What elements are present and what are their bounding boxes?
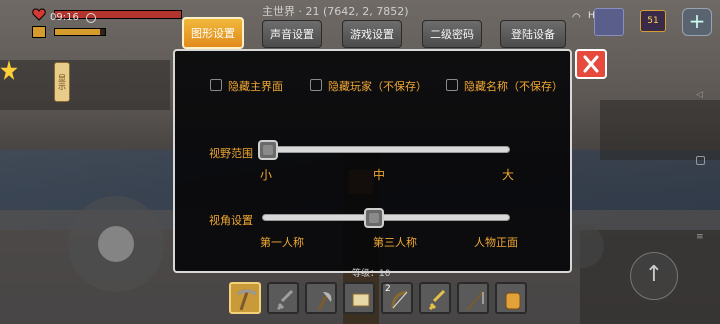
axe-icon — [317, 292, 332, 311]
wifi-icon: ◠ — [572, 12, 581, 23]
hotbar-slot[interactable] — [229, 282, 261, 314]
fishing-rod-icon — [466, 291, 484, 311]
tab-secondary-password[interactable]: 二级密码 — [422, 20, 482, 48]
hotbar-slot[interactable] — [305, 282, 337, 314]
side-tab[interactable]: 显示 — [54, 62, 70, 102]
clock: 09:16 — [50, 12, 79, 23]
hide-players-checkbox[interactable] — [310, 79, 322, 91]
world-coordinates: 主世界 · 21 (7642, 2, 7852) — [262, 5, 409, 18]
notification-icon — [86, 13, 96, 23]
hotbar-slot[interactable]: 2 — [381, 282, 413, 314]
view-angle-handle[interactable] — [364, 208, 385, 228]
view-distance-slider[interactable] — [262, 146, 510, 153]
view-distance-tick-mid: 中 — [373, 168, 386, 182]
hotbar-slot[interactable] — [457, 282, 489, 314]
home-nav-icon[interactable] — [696, 156, 705, 165]
hotbar-slot[interactable] — [495, 282, 527, 314]
hide-ui-checkbox[interactable] — [210, 79, 222, 91]
jump-button[interactable]: ↑ — [630, 252, 678, 300]
tab-login-devices[interactable]: 登陆设备 — [500, 20, 566, 48]
hotbar-slot[interactable] — [267, 282, 299, 314]
food-bar — [54, 28, 106, 36]
view-distance-handle[interactable] — [258, 140, 278, 160]
pickaxe-icon — [237, 289, 257, 311]
hide-players-label: 隐藏玩家（不保存） — [328, 80, 427, 93]
close-icon — [583, 55, 599, 73]
battery-indicator: 51 — [640, 10, 666, 32]
hide-names-checkbox[interactable] — [446, 79, 458, 91]
food-icon — [32, 26, 46, 38]
view-angle-slider[interactable] — [262, 214, 510, 221]
view-distance-tick-max: 大 — [502, 168, 515, 182]
view-angle-tick-first-person: 第一人称 — [260, 236, 304, 249]
menu-nav-icon[interactable]: ≡ — [696, 232, 704, 242]
terrain-block — [0, 60, 170, 110]
terrain-block — [600, 100, 720, 160]
signal-icon — [594, 8, 624, 36]
hide-ui-label: 隐藏主界面 — [228, 80, 283, 93]
tab-sound[interactable]: 声音设置 — [262, 20, 322, 48]
view-angle-label: 视角设置 — [209, 214, 253, 227]
joystick-knob[interactable] — [98, 226, 134, 262]
view-distance-label: 视野范围 — [209, 147, 253, 160]
tab-graphics[interactable]: 图形设置 — [182, 17, 244, 49]
back-nav-icon[interactable]: ◁ — [696, 90, 703, 100]
backpack-icon — [505, 292, 521, 310]
stone-sword-icon — [276, 289, 294, 311]
view-angle-tick-front: 人物正面 — [474, 236, 518, 249]
golden-sword-icon — [428, 289, 446, 311]
hotbar-slot[interactable] — [419, 282, 451, 314]
view-angle-tick-third-person: 第三人称 — [373, 236, 417, 249]
hide-names-label: 隐藏名称（不保存） — [464, 80, 563, 93]
level-text: 等级：10 — [352, 269, 391, 279]
scroll-icon — [352, 293, 370, 307]
hotbar-slot[interactable] — [343, 282, 375, 314]
add-icon[interactable]: + — [682, 8, 712, 36]
heart-icon — [32, 8, 46, 21]
slot-count: 2 — [385, 284, 391, 294]
close-button[interactable] — [575, 49, 607, 79]
view-distance-tick-min: 小 — [260, 168, 273, 182]
joystick[interactable] — [68, 196, 164, 292]
tab-game[interactable]: 游戏设置 — [342, 20, 402, 48]
